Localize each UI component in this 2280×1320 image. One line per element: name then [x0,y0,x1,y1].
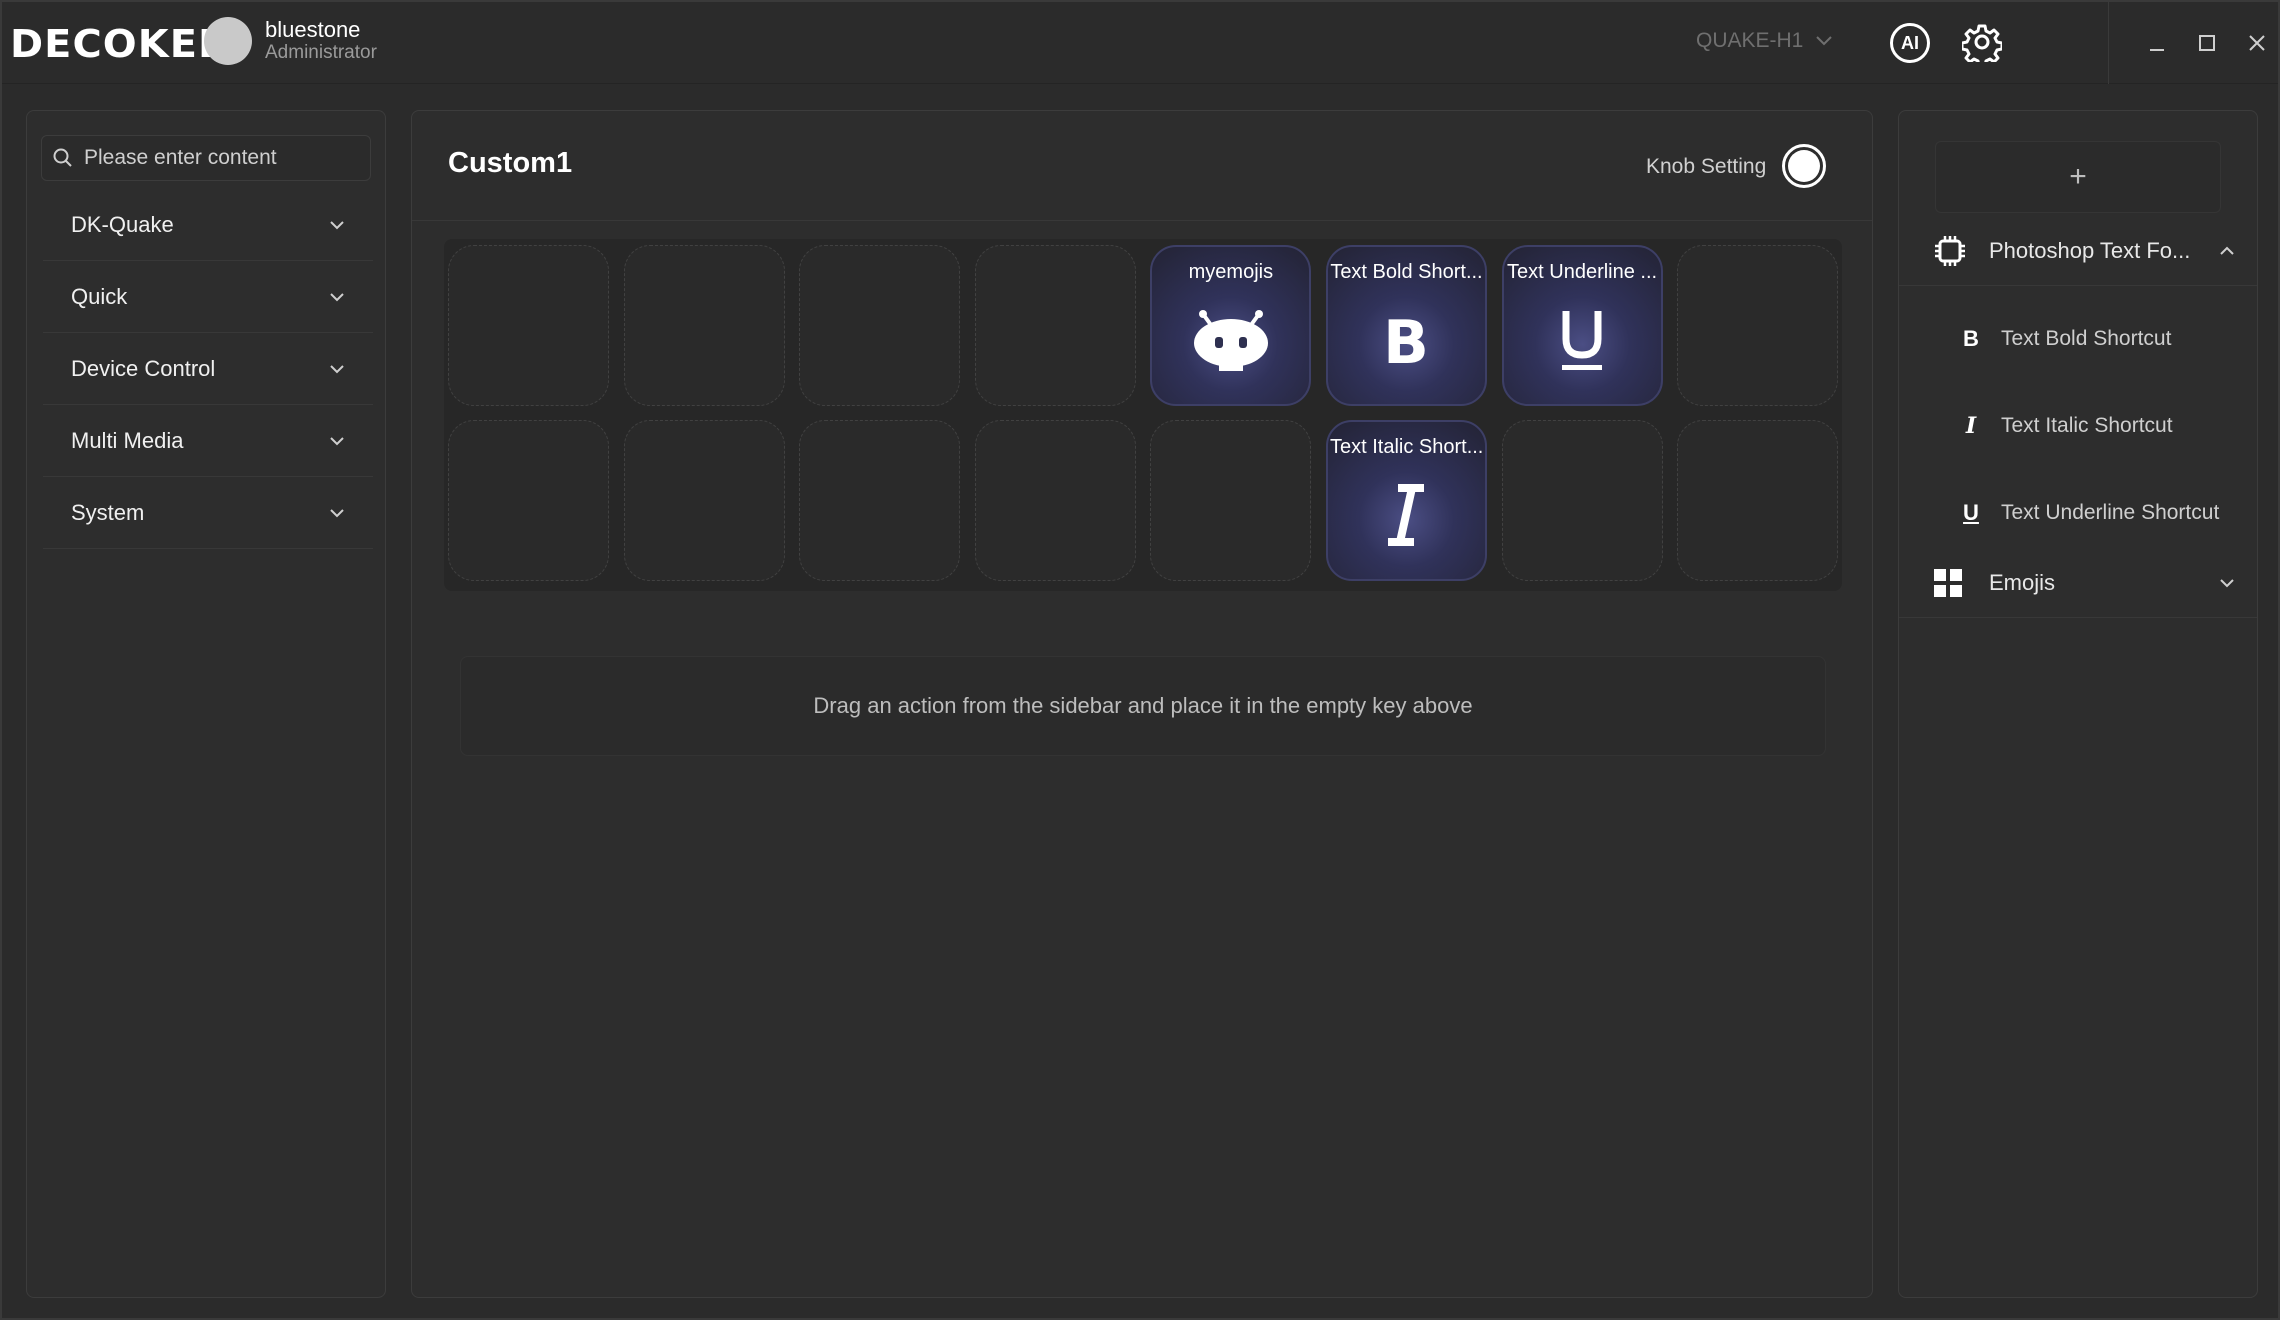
chip-icon [1935,235,1965,266]
category-dk-quake[interactable]: DK-Quake [43,189,373,261]
page-title: Custom1 [448,147,573,179]
key-slot-11[interactable] [799,420,961,581]
maximize-icon [2199,35,2215,51]
add-action-button[interactable]: + [1935,141,2221,213]
key-slot-1[interactable] [448,245,609,406]
action-item-text-underline[interactable]: U Text Underline Shortcut [1899,483,2257,543]
user-name: bluestone [265,17,361,42]
action-item-text-bold[interactable]: B Text Bold Shortcut [1899,309,2257,369]
main-header: Custom1 Knob Setting [412,111,1872,221]
category-label: DK-Quake [71,211,174,237]
action-group-photoshop-text[interactable]: Photoshop Text Fo... [1899,216,2257,286]
category-label: Multi Media [71,427,184,453]
key-slot-13[interactable] [1150,420,1312,581]
key-label: Text Bold Short... [1330,261,1483,283]
app-window: DECOKEE bluestone Administrator QUAKE-H1… [0,0,2280,1320]
key-slot-myemojis[interactable]: myemojis [1150,245,1312,406]
svg-text:B: B [1384,308,1430,375]
ai-button[interactable]: AI [1890,23,1930,63]
key-slot-text-italic[interactable]: Text Italic Short... [1325,420,1487,581]
chevron-down-icon [330,436,344,445]
settings-button[interactable] [1960,22,2004,68]
chevron-up-icon [2220,246,2234,255]
action-group-emojis[interactable]: Emojis [1899,548,2257,618]
close-button[interactable] [2242,28,2272,58]
key-slot-12[interactable] [974,420,1136,581]
key-slot-4[interactable] [974,245,1136,406]
key-slot-10[interactable] [623,420,785,581]
italic-icon [1388,484,1425,546]
bold-icon: B [1963,326,1979,351]
drop-hint-text: Drag an action from the sidebar and plac… [813,693,1473,718]
action-group-label: Photoshop Text Fo... [1989,237,2191,263]
user-role: Administrator [265,42,377,63]
category-system[interactable]: System [43,477,373,549]
italic-icon: I [1965,413,1977,439]
title-bar: DECOKEE bluestone Administrator QUAKE-H1… [2,2,2278,84]
maximize-button[interactable] [2192,28,2222,58]
device-select[interactable]: QUAKE-H1 [1696,29,1833,53]
key-slot-9[interactable] [448,420,609,581]
gear-icon [1960,24,2004,68]
titlebar-divider [2108,2,2109,84]
key-label: Text Underline ... [1507,261,1658,283]
avatar[interactable] [204,17,252,65]
search-input[interactable] [84,146,364,170]
action-group-label: Emojis [1989,569,2056,595]
drop-hint: Drag an action from the sidebar and plac… [460,656,1826,756]
ai-label: AI [1901,32,1919,53]
action-item-label: Text Underline Shortcut [2001,501,2220,524]
bold-icon: B [1384,308,1430,375]
left-sidebar: DK-Quake Quick Device Control Multi Medi… [26,110,386,1298]
underline-icon [1562,311,1603,370]
knob-setting-label: Knob Setting [1646,155,1767,178]
close-icon [2249,35,2265,51]
chevron-down-icon [1816,36,1833,46]
key-slot-text-underline[interactable]: Text Underline ... [1501,245,1663,406]
toggle-dot [1788,150,1820,182]
chevron-down-icon [330,220,344,229]
actions-panel: + Photoshop Text Fo... B Text Bold Short… [1898,110,2258,1298]
category-label: System [71,499,145,525]
action-item-label: Text Italic Shortcut [2001,414,2173,437]
chevron-down-icon [330,508,344,517]
key-slot-3[interactable] [799,245,961,406]
key-label: myemojis [1188,261,1274,283]
add-label: + [2069,160,2087,193]
key-slot-2[interactable] [623,245,785,406]
key-slot-text-bold[interactable]: Text Bold Short... B [1325,245,1487,406]
category-device-control[interactable]: Device Control [43,333,373,405]
action-item-text-italic[interactable]: I Text Italic Shortcut [1899,396,2257,456]
key-slot-8[interactable] [1677,245,1839,406]
search-icon [53,148,72,167]
key-slot-15[interactable] [1501,420,1663,581]
key-label: Text Italic Short... [1329,436,1484,458]
underline-icon: U [1963,500,1979,525]
chevron-down-icon [330,364,344,373]
robot-icon [1193,310,1268,371]
minimize-button[interactable] [2142,28,2172,58]
category-multi-media[interactable]: Multi Media [43,405,373,477]
minimize-icon [2150,49,2164,51]
key-grid: myemojis Text Bold Short... B Text Under… [444,239,1842,591]
knob-setting-toggle[interactable] [1782,144,1826,188]
category-label: Quick [71,283,128,309]
grid-icon [1934,568,1962,597]
chevron-down-icon [330,292,344,301]
category-label: Device Control [71,355,216,381]
category-quick[interactable]: Quick [43,261,373,333]
main-panel: Custom1 Knob Setting myemojis Text Bold … [411,110,1873,1298]
key-slot-16[interactable] [1677,420,1839,581]
app-logo: DECOKEE [10,22,227,66]
search-box [41,135,371,181]
action-item-label: Text Bold Shortcut [2001,327,2172,350]
category-list: DK-Quake Quick Device Control Multi Medi… [43,189,373,549]
device-select-value: QUAKE-H1 [1696,29,1804,52]
chevron-down-icon [2220,578,2234,587]
